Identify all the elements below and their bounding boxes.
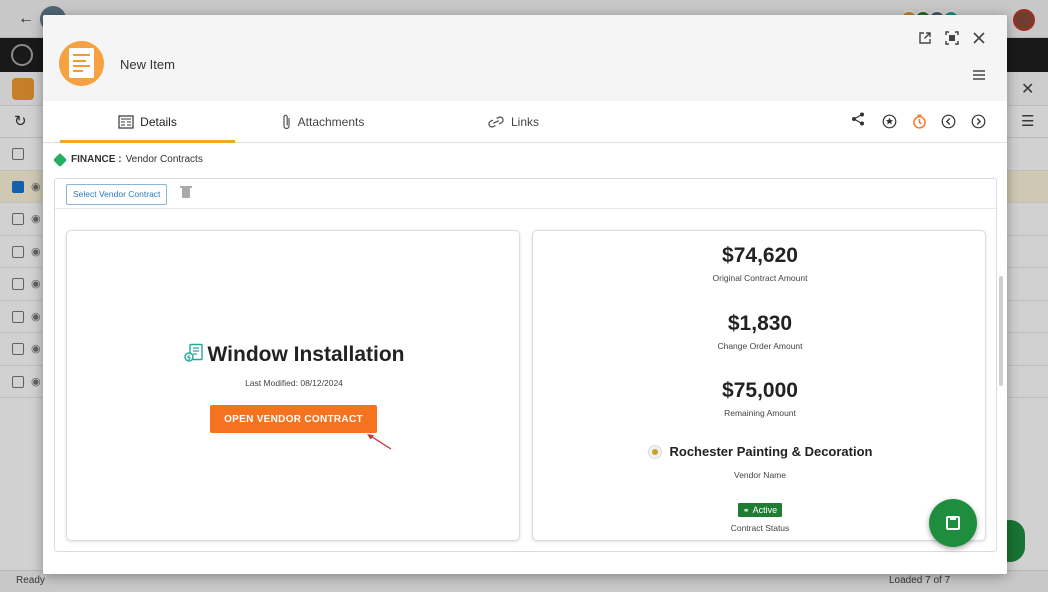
open-vendor-contract-button[interactable]: OPEN VENDOR CONTRACT [210, 405, 377, 433]
last-modified-text: Last Modified: 08/12/2024 [245, 378, 343, 388]
panel-toolbar: Select Vendor Contract [55, 179, 996, 209]
amount-value: $74,620 [722, 244, 798, 267]
open-external-icon[interactable] [917, 31, 933, 47]
breadcrumb-section: Vendor Contracts [125, 154, 203, 165]
link-icon: ⚭ [742, 506, 750, 515]
vertical-scrollbar[interactable] [999, 276, 1003, 386]
vendor-contract-panel: Select Vendor Contract $ Window Installa… [54, 178, 997, 552]
annotation-arrow-icon [367, 434, 392, 450]
status-badge-text: Active [752, 505, 778, 515]
svg-text:$: $ [186, 355, 190, 362]
change-order-amount: $1,830 Change Order Amount [533, 312, 987, 351]
vendor-logo-icon [647, 444, 662, 459]
status-badge: ⚭ Active [737, 503, 783, 517]
vendor-name: Rochester Painting & Decoration [669, 444, 873, 459]
amount-value: $75,000 [722, 379, 798, 402]
tab-bar: Details Attachments Links [43, 101, 1007, 143]
hamburger-menu-icon[interactable] [971, 68, 987, 84]
paperclip-icon [283, 114, 290, 130]
breadcrumb: FINANCE : Vendor Contracts [52, 152, 203, 167]
save-button[interactable] [929, 499, 977, 547]
modal-header: New Item [43, 15, 1007, 101]
amount-label: Original Contract Amount [712, 273, 808, 283]
contract-status: ⚭ Active Contract Status [533, 500, 987, 533]
tab-attachments[interactable]: Attachments [253, 101, 393, 143]
vendor-info: Rochester Painting & Decoration Vendor N… [533, 444, 987, 480]
save-icon [946, 516, 960, 530]
tab-details[interactable]: Details [60, 101, 235, 143]
previous-icon[interactable] [940, 114, 956, 130]
close-icon[interactable] [971, 31, 987, 47]
finance-tag-icon [52, 152, 68, 167]
trash-icon[interactable] [180, 186, 192, 198]
favorite-star-icon[interactable] [881, 114, 897, 130]
modal-title: New Item [120, 57, 175, 72]
select-vendor-contract-button[interactable]: Select Vendor Contract [66, 184, 168, 205]
link-icon [488, 116, 504, 128]
vendor-label: Vendor Name [734, 469, 786, 480]
modal-body: FINANCE : Vendor Contracts Select Vendor… [43, 143, 1007, 574]
status-label: Contract Status [730, 523, 790, 533]
contract-title: Window Installation [207, 343, 405, 366]
document-logo-icon [59, 41, 104, 86]
details-icon [118, 115, 134, 129]
original-amount: $74,620 Original Contract Amount [533, 244, 987, 283]
contract-document-icon: $ [183, 343, 203, 362]
amount-label: Change Order Amount [717, 341, 803, 351]
share-icon[interactable] [850, 112, 866, 128]
next-icon[interactable] [970, 114, 986, 130]
amount-label: Remaining Amount [724, 408, 796, 418]
new-item-modal: New Item Details Attachments Links FINAN… [43, 15, 1007, 574]
tab-label: Attachments [297, 115, 365, 129]
remaining-amount: $75,000 Remaining Amount [533, 379, 987, 418]
timer-icon[interactable] [911, 114, 927, 130]
breadcrumb-module: FINANCE : [71, 154, 122, 165]
tab-label: Details [140, 115, 177, 129]
amount-value: $1,830 [727, 312, 793, 335]
contract-title-row: $ Window Installation [67, 343, 521, 367]
tab-label: Links [510, 115, 539, 129]
fullscreen-icon[interactable] [944, 31, 960, 47]
tab-links[interactable]: Links [443, 101, 583, 143]
contract-summary-card: $ Window Installation Last Modified: 08/… [66, 230, 520, 541]
contract-amounts-card: $74,620 Original Contract Amount $1,830 … [532, 230, 986, 541]
